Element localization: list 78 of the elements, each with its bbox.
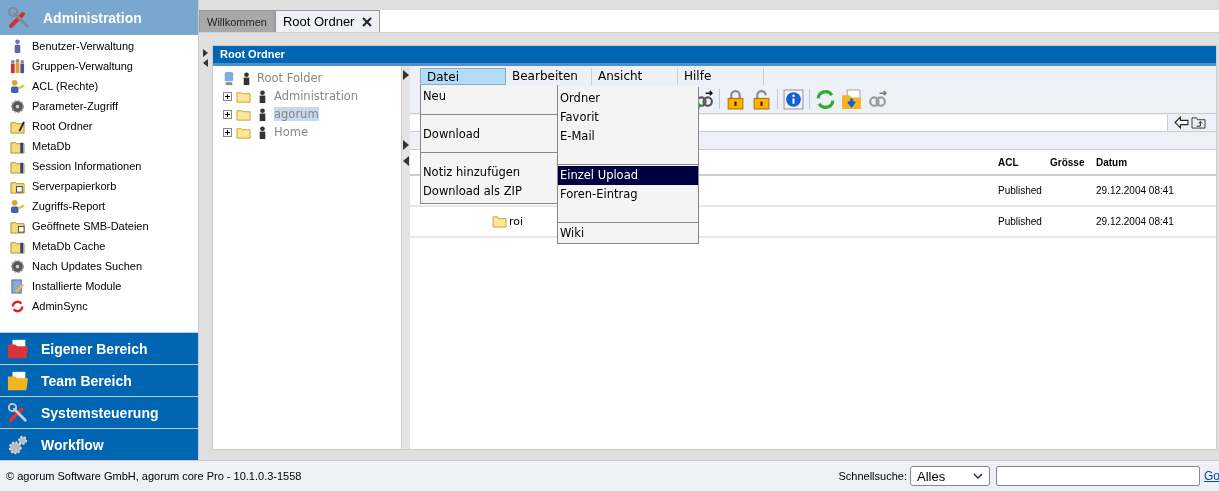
expand-icon[interactable]	[223, 127, 232, 137]
chevron-down-icon	[973, 473, 983, 479]
tree-node[interactable]: Root Folder	[257, 71, 323, 85]
folder-up-icon[interactable]	[1191, 116, 1206, 129]
tab[interactable]: Root Ordner	[274, 10, 381, 32]
document-key-icon	[10, 278, 25, 294]
gears-icon	[7, 433, 29, 456]
lock-icon[interactable]	[725, 88, 746, 110]
group-icon	[10, 58, 25, 74]
sidebar-item[interactable]: MetaDb Cache	[0, 236, 198, 256]
sidebar-item[interactable]: Gruppen-Verwaltung	[0, 56, 198, 76]
column-header[interactable]: ACL	[998, 156, 1050, 168]
sidebar-section[interactable]: Systemsteuerung	[0, 396, 198, 428]
tools-icon	[7, 5, 31, 30]
folder-icon	[7, 369, 29, 392]
column-header[interactable]: Grösse	[1050, 156, 1096, 168]
tools-icon	[7, 401, 29, 424]
expand-icon[interactable]	[223, 91, 232, 101]
user-key-icon	[10, 198, 25, 214]
sidebar-section[interactable]: Workflow	[0, 428, 198, 460]
sidebar-item[interactable]: Benutzer-Verwaltung	[0, 36, 198, 56]
menu-item[interactable]: Download	[421, 125, 557, 144]
sidebar-item[interactable]: MetaDb	[0, 136, 198, 156]
sidebar-item[interactable]: Serverpapierkorb	[0, 176, 198, 196]
tree-node[interactable]: Administration	[274, 89, 359, 103]
refresh-icon[interactable]	[815, 88, 836, 110]
sidebar-item[interactable]: ACL (Rechte)	[0, 76, 198, 96]
folder-icon	[7, 337, 29, 360]
expand-icon[interactable]	[223, 109, 232, 119]
sidebar-item[interactable]: Installierte Module	[0, 276, 198, 296]
menu-item[interactable]: E-Mail	[558, 127, 698, 146]
menu-item[interactable]: Ordner	[558, 89, 698, 108]
menu-item[interactable]: Favorit	[558, 108, 698, 127]
gear-icon	[10, 258, 25, 274]
scope-dropdown[interactable]: Alles	[910, 466, 990, 486]
menu-item[interactable]: Foren-Eintrag	[558, 185, 698, 204]
menu-item[interactable]: Wiki	[558, 224, 698, 243]
go-link[interactable]: Go	[1204, 469, 1219, 483]
sidebar-item[interactable]: Nach Updates Suchen	[0, 256, 198, 276]
close-icon[interactable]	[362, 16, 373, 27]
folder-icon	[492, 215, 507, 228]
expand-arrow-icon[interactable]	[403, 70, 409, 80]
menu-item[interactable]: Notiz hinzufügen	[421, 163, 557, 182]
user-key-icon	[10, 78, 25, 94]
back-arrow-icon[interactable]	[1174, 116, 1189, 129]
sidebar-item[interactable]: Geöffnete SMB-Dateien	[0, 216, 198, 236]
table-cell-text: 29.12.2004 08:41	[1096, 185, 1175, 196]
search-field[interactable]	[996, 466, 1200, 486]
menu-item[interactable]: Neu	[421, 87, 557, 106]
menu-item[interactable]: Download als ZIP	[421, 182, 557, 201]
link-icon[interactable]	[867, 88, 888, 110]
copyright-text: © agorum Software GmbH, agorum core Pro - 10.1.0.3-1558	[6, 470, 303, 482]
table-cell: roi	[509, 215, 524, 228]
search-label: Schnellsuche:	[838, 470, 907, 482]
sidebar-section[interactable]: Team Bereich	[0, 364, 198, 396]
table-cell-text: Published	[998, 185, 1043, 196]
sync-icon	[10, 298, 25, 314]
sidebar-item[interactable]: Parameter-Zugriff	[0, 96, 198, 116]
sidebar-item[interactable]: Session Informationen	[0, 156, 198, 176]
unlock-icon[interactable]	[751, 88, 772, 110]
expand-arrow-icon[interactable]	[403, 140, 409, 150]
menu-item[interactable]: Einzel Upload	[558, 166, 698, 185]
column-header[interactable]: Datum	[1096, 156, 1216, 168]
panel-title: Root Ordner	[213, 46, 1216, 66]
sidebar-item[interactable]: Root Ordner	[0, 116, 198, 136]
menu-item[interactable]: Datei	[420, 68, 506, 85]
tree-node[interactable]: Home	[274, 125, 308, 139]
gear-icon	[10, 98, 25, 114]
folder-download-icon[interactable]	[841, 88, 862, 110]
tab[interactable]: Willkommen	[199, 10, 275, 32]
table-cell-text: Published	[998, 216, 1043, 227]
sidebar-item[interactable]: Zugriffs-Report	[0, 196, 198, 216]
info-icon[interactable]	[783, 88, 804, 110]
sidebar-section[interactable]: Eigener Bereich	[0, 332, 198, 364]
sidebar-header-title: Administration	[43, 9, 142, 26]
table-cell-text: 29.12.2004 08:41	[1096, 216, 1175, 227]
sidebar-item[interactable]: AdminSync	[0, 296, 198, 316]
collapse-arrow-icon[interactable]	[403, 156, 409, 166]
